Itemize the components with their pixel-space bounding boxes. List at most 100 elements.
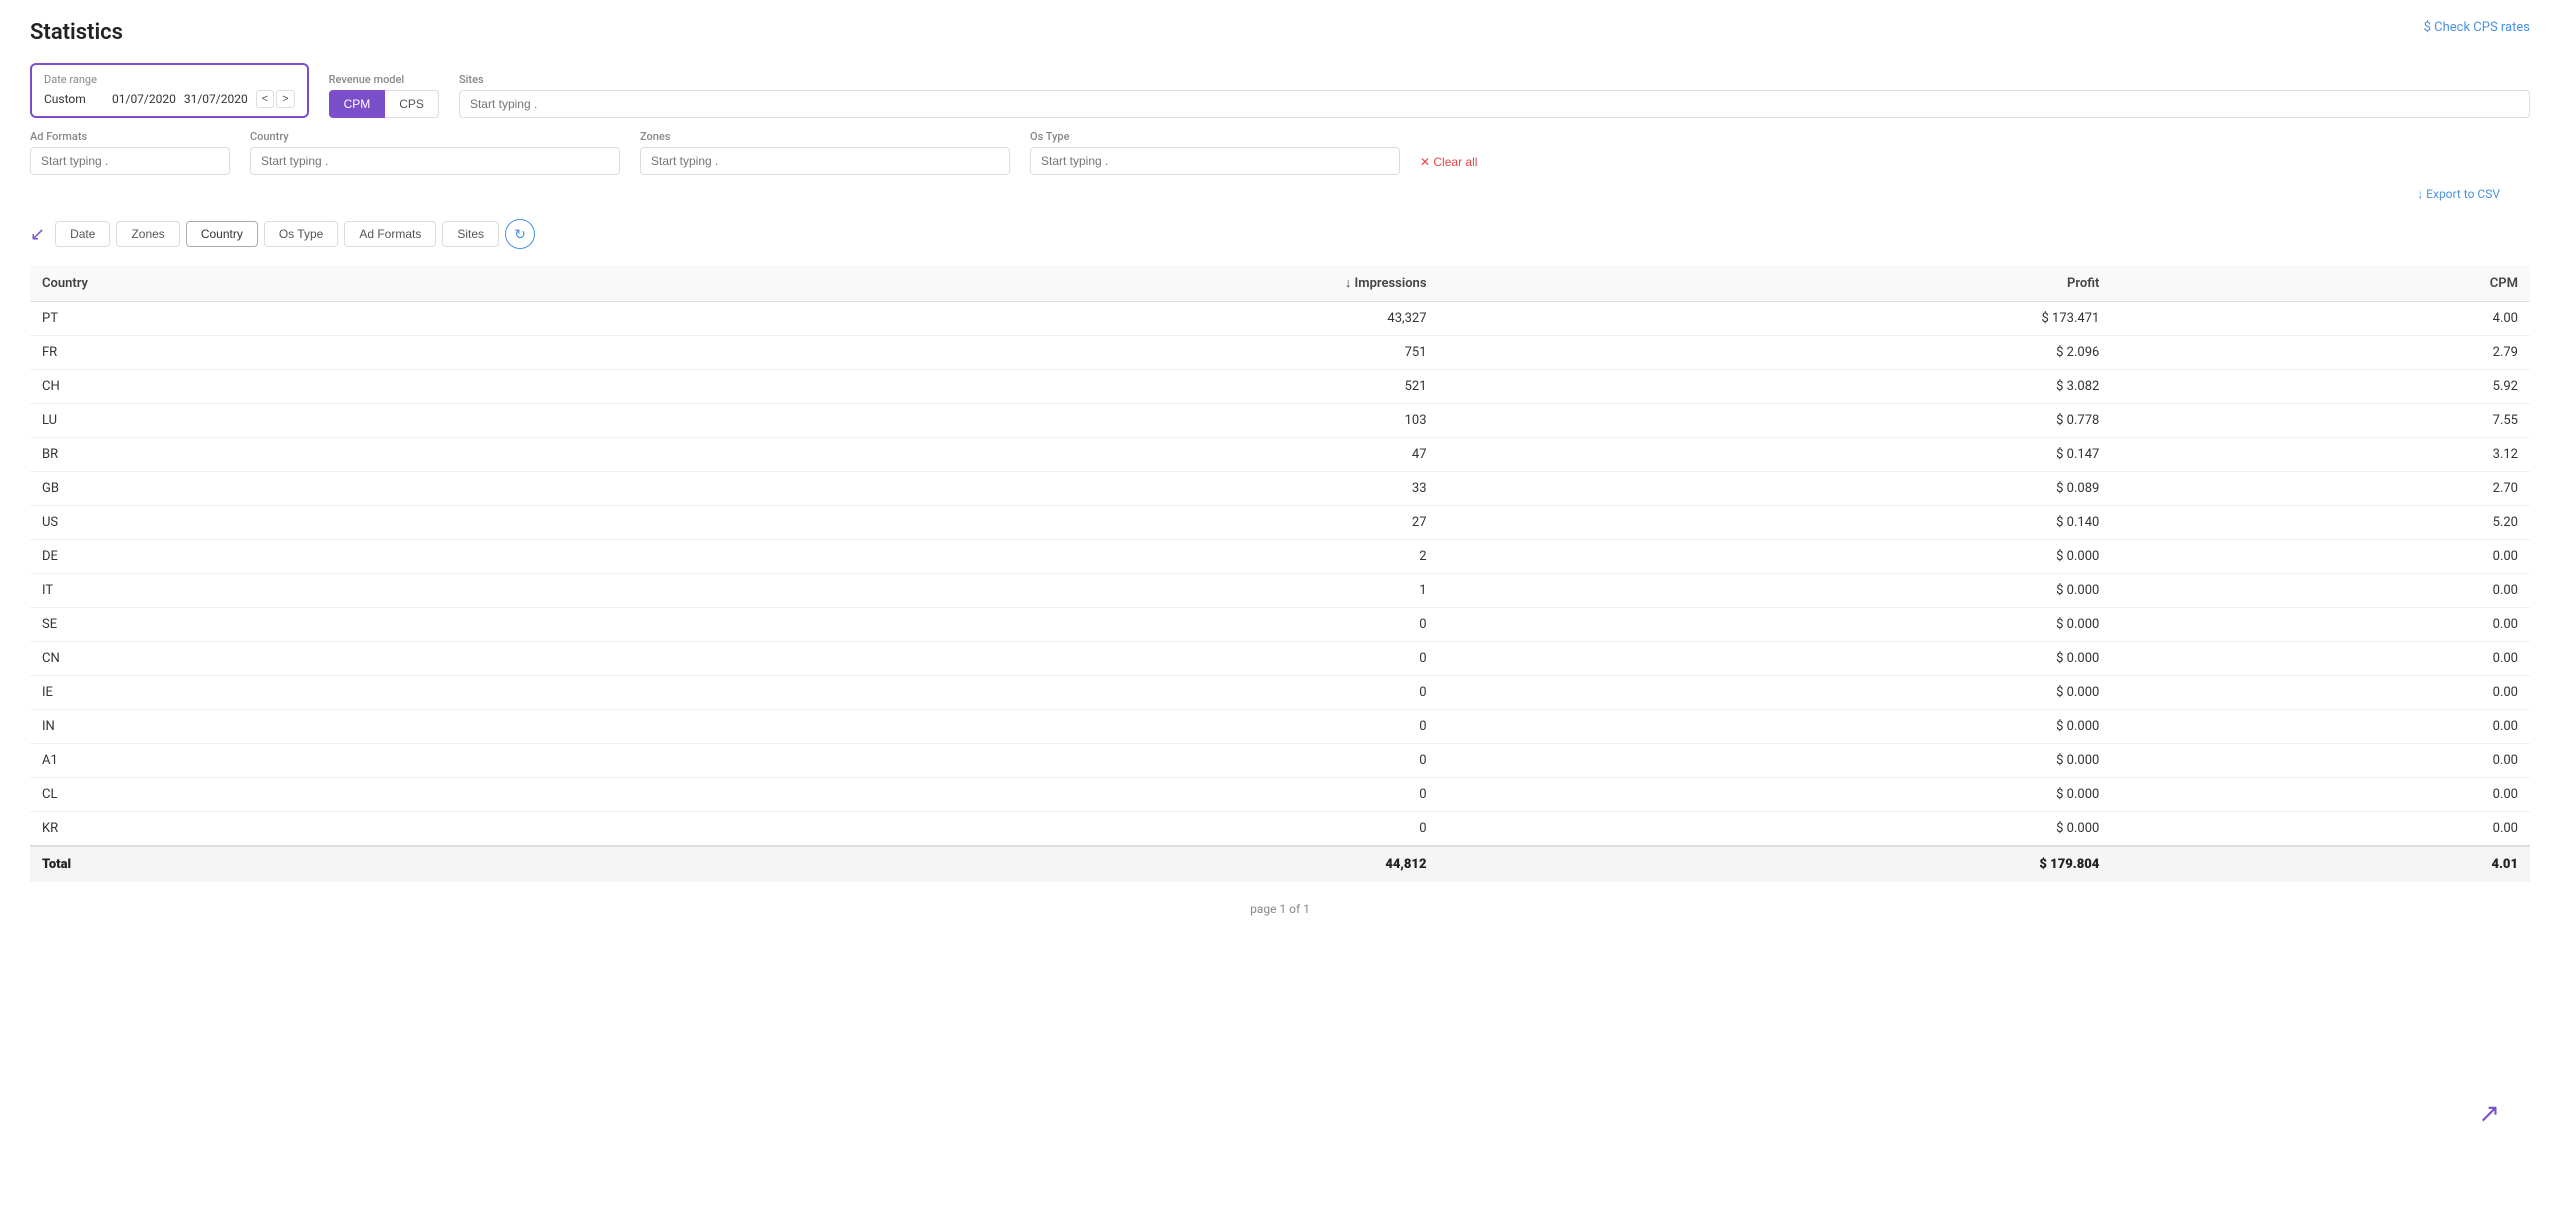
cell-cpm: 0.00: [2111, 608, 2530, 642]
cell-impressions: 0: [591, 676, 1438, 710]
table-row: CN0$ 0.0000.00: [30, 642, 2530, 676]
cell-profit: $ 0.000: [1439, 778, 2112, 812]
cell-cpm: 0.00: [2111, 744, 2530, 778]
cell-country: SE: [30, 608, 591, 642]
cell-impressions: 0: [591, 608, 1438, 642]
cell-profit: $ 0.140: [1439, 506, 2112, 540]
table-row: BR47$ 0.1473.12: [30, 438, 2530, 472]
date-to: 31/07/2020: [184, 92, 248, 106]
table-row: KR0$ 0.0000.00: [30, 812, 2530, 847]
cps-button[interactable]: CPS: [385, 90, 439, 118]
cell-cpm: 0.00: [2111, 540, 2530, 574]
group-by-row: ↙ Date Zones Country Os Type Ad Formats …: [30, 219, 2530, 249]
cell-country: PT: [30, 302, 591, 336]
country-filter-group: Country: [250, 130, 620, 175]
table-row: US27$ 0.1405.20: [30, 506, 2530, 540]
table-row: FR751$ 2.0962.79: [30, 336, 2530, 370]
cell-impressions: 47: [591, 438, 1438, 472]
cell-cpm: 0.00: [2111, 574, 2530, 608]
table-row: LU103$ 0.7787.55: [30, 404, 2530, 438]
col-country: Country: [30, 265, 591, 302]
os-type-label: Os Type: [1030, 130, 1400, 143]
tab-sites[interactable]: Sites: [442, 221, 499, 247]
filter-row-1: Date range Custom 01/07/2020 31/07/2020 …: [30, 63, 2530, 118]
revenue-model-buttons: CPM CPS: [329, 90, 439, 118]
tab-zones[interactable]: Zones: [116, 221, 179, 247]
cell-cpm: 0.00: [2111, 812, 2530, 847]
cell-cpm: 4.00: [2111, 302, 2530, 336]
cell-impressions: 0: [591, 744, 1438, 778]
ad-formats-input[interactable]: [30, 147, 230, 175]
cell-profit: $ 0.000: [1439, 812, 2112, 847]
refresh-button[interactable]: ↻: [505, 219, 535, 249]
cell-profit: $ 0.000: [1439, 574, 2112, 608]
cell-cpm: 2.79: [2111, 336, 2530, 370]
os-type-input[interactable]: [1030, 147, 1400, 175]
cell-impressions: 0: [591, 778, 1438, 812]
cell-cpm: 3.12: [2111, 438, 2530, 472]
revenue-model-group: Revenue model CPM CPS: [329, 73, 439, 118]
cell-profit: $ 0.147: [1439, 438, 2112, 472]
table-row: DE2$ 0.0000.00: [30, 540, 2530, 574]
clear-all-button[interactable]: ✕ Clear all: [1420, 149, 1477, 175]
cell-cpm: 5.20: [2111, 506, 2530, 540]
cell-profit: $ 173.471: [1439, 302, 2112, 336]
date-next-button[interactable]: >: [276, 90, 294, 108]
page-info: page 1 of 1: [30, 902, 2530, 916]
filters-section: Date range Custom 01/07/2020 31/07/2020 …: [30, 63, 2530, 175]
cell-profit: $ 0.089: [1439, 472, 2112, 506]
cell-country: CL: [30, 778, 591, 812]
table-row: SE0$ 0.0000.00: [30, 608, 2530, 642]
tab-date[interactable]: Date: [55, 221, 110, 247]
page-title: Statistics: [30, 20, 2530, 45]
export-row: ↓ Export to CSV: [30, 187, 2530, 215]
cell-cpm: 0.00: [2111, 778, 2530, 812]
cell-cpm: 2.70: [2111, 472, 2530, 506]
cell-country: CH: [30, 370, 591, 404]
sites-input[interactable]: [459, 90, 2530, 118]
os-type-filter-group: Os Type: [1030, 130, 1400, 175]
table-row: A10$ 0.0000.00: [30, 744, 2530, 778]
date-prev-button[interactable]: <: [256, 90, 274, 108]
cell-impressions: 2: [591, 540, 1438, 574]
cell-profit: $ 0.000: [1439, 744, 2112, 778]
cell-profit: $ 0.778: [1439, 404, 2112, 438]
totals-row: Total 44,812 $ 179.804 4.01: [30, 846, 2530, 882]
cpm-button[interactable]: CPM: [329, 90, 386, 118]
sites-filter-group: Sites: [459, 73, 2530, 118]
cell-profit: $ 0.000: [1439, 608, 2112, 642]
date-from: 01/07/2020: [112, 92, 176, 106]
cell-country: IE: [30, 676, 591, 710]
zones-input[interactable]: [640, 147, 1010, 175]
table-row: IN0$ 0.0000.00: [30, 710, 2530, 744]
date-nav: < >: [256, 90, 295, 108]
date-range-label: Date range: [44, 73, 295, 86]
cell-impressions: 43,327: [591, 302, 1438, 336]
tab-os-type[interactable]: Os Type: [264, 221, 338, 247]
cell-impressions: 33: [591, 472, 1438, 506]
table-row: CL0$ 0.0000.00: [30, 778, 2530, 812]
export-csv-link[interactable]: ↓ Export to CSV: [2417, 187, 2500, 201]
col-impressions[interactable]: ↓ Impressions: [591, 265, 1438, 302]
check-cps-link[interactable]: $ Check CPS rates: [2424, 20, 2530, 35]
zones-filter-group: Zones: [640, 130, 1010, 175]
cell-cpm: 0.00: [2111, 710, 2530, 744]
tab-country[interactable]: Country: [186, 221, 258, 247]
col-profit: Profit: [1439, 265, 2112, 302]
stats-table: Country ↓ Impressions Profit CPM PT43,32…: [30, 265, 2530, 882]
tab-ad-formats[interactable]: Ad Formats: [344, 221, 436, 247]
total-impressions: 44,812: [591, 846, 1438, 882]
total-label: Total: [30, 846, 591, 882]
cell-impressions: 27: [591, 506, 1438, 540]
cell-country: US: [30, 506, 591, 540]
filter-row-2: Ad Formats Country Zones Os Type ✕ Clear…: [30, 130, 2530, 175]
arrow-down-indicator: ↙: [30, 224, 45, 245]
cell-impressions: 0: [591, 710, 1438, 744]
country-input[interactable]: [250, 147, 620, 175]
cell-country: IT: [30, 574, 591, 608]
ad-formats-filter-group: Ad Formats: [30, 130, 230, 175]
table-row: IT1$ 0.0000.00: [30, 574, 2530, 608]
revenue-model-label: Revenue model: [329, 73, 439, 86]
total-cpm: 4.01: [2111, 846, 2530, 882]
cell-cpm: 0.00: [2111, 642, 2530, 676]
